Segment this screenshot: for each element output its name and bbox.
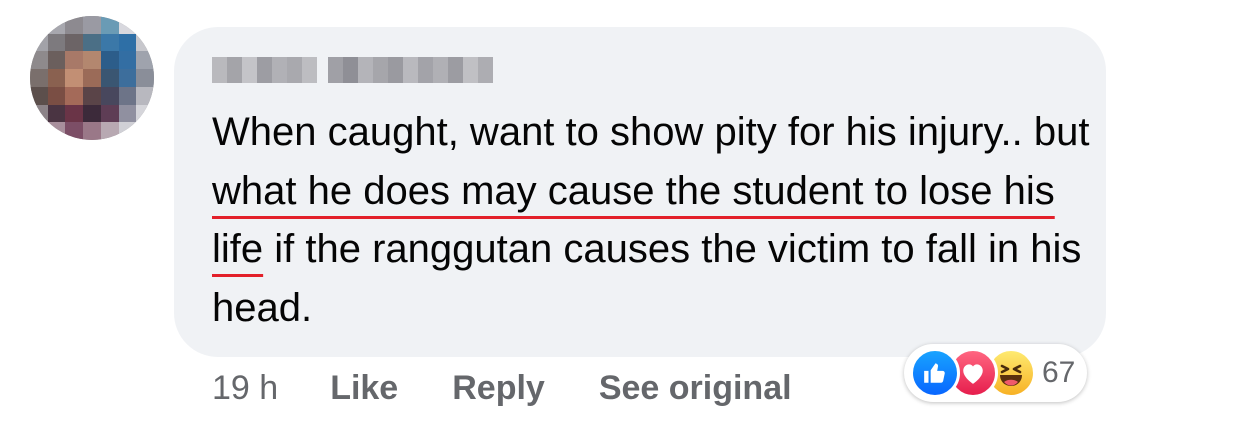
comment-text: When caught, want to show pity for his i… bbox=[212, 103, 1092, 337]
reaction-count: 67 bbox=[1042, 356, 1076, 389]
like-icon bbox=[910, 348, 960, 398]
comment-actions: 19 h Like Reply See original bbox=[212, 366, 846, 410]
comment-timestamp[interactable]: 19 h bbox=[212, 369, 278, 408]
commenter-avatar[interactable] bbox=[30, 16, 154, 140]
reply-button[interactable]: Reply bbox=[452, 369, 545, 408]
commenter-name-redacted[interactable] bbox=[212, 57, 498, 85]
like-button[interactable]: Like bbox=[330, 369, 398, 408]
comment-bubble: When caught, want to show pity for his i… bbox=[174, 27, 1106, 357]
see-original-button[interactable]: See original bbox=[599, 369, 792, 408]
comment-text-before: When caught, want to show pity for his i… bbox=[212, 110, 1090, 154]
reactions-summary[interactable]: 67 bbox=[904, 344, 1088, 402]
avatar-pixelation bbox=[30, 16, 154, 140]
comment-text-after: if the ranggutan causes the victim to fa… bbox=[212, 227, 1082, 330]
